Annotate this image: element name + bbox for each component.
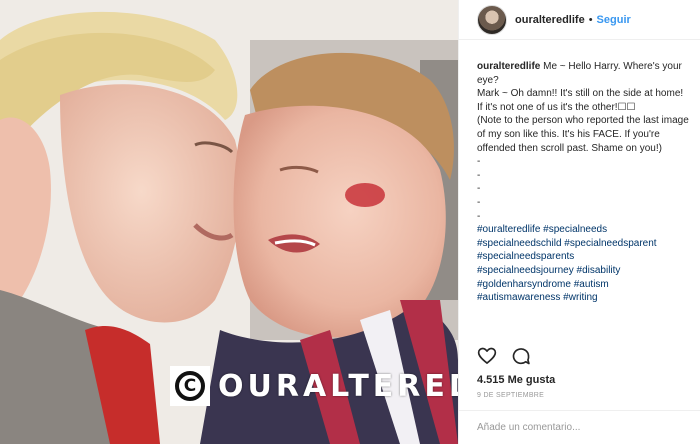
hashtag-link[interactable]: #specialneedsjourney [477,265,574,276]
watermark-text: OURALTEREDLIFE [218,368,458,404]
caption-line: If it's not one of us it's the other!☐☐ [477,101,636,113]
comment-input[interactable] [477,422,677,433]
hashtag-link[interactable]: #specialneedschild [477,238,562,249]
caption-username[interactable]: ouralteredlife [477,61,540,72]
photo-watermark: C OURALTEREDLIFE [170,366,458,406]
post-date[interactable]: 9 DE SEPTIEMBRE [477,392,544,399]
hashtag-link[interactable]: #disability [577,265,621,276]
caption-line: Mark ~ Oh damn!! It's still on the side … [477,88,684,100]
caption-line: - [477,196,481,208]
post-caption: ouralteredlife Me ~ Hello Harry. Where's… [477,60,695,305]
post-side-panel: ouralteredlife • Seguir ouralteredlife M… [458,0,700,444]
hashtag-link[interactable]: #specialneeds [543,224,607,235]
post-actions [477,346,531,366]
header-username[interactable]: ouralteredlife [515,14,585,26]
caption-line: - [477,183,481,195]
comment-icon[interactable] [511,346,531,366]
follow-button[interactable]: Seguir [597,14,631,26]
post-header: ouralteredlife • Seguir [459,0,700,40]
header-separator: • [588,13,593,26]
post-photo[interactable]: C OURALTEREDLIFE [0,0,458,444]
hashtag-link[interactable]: #ouralteredlife [477,224,540,235]
avatar[interactable] [477,4,507,35]
hashtag-link[interactable]: #specialneedsparents [477,251,574,262]
hashtag-link[interactable]: #autism [574,279,609,290]
caption-line: - [477,156,481,168]
caption-line: - [477,169,481,181]
caption-line: - [477,210,481,222]
comment-area [459,410,700,444]
hashtag-link[interactable]: #goldenharsyndrome [477,279,571,290]
heart-icon[interactable] [477,346,497,366]
hashtag-link[interactable]: #writing [563,292,597,303]
hashtag-link[interactable]: #autismawareness [477,292,560,303]
likes-count[interactable]: 4.515 Me gusta [477,374,555,386]
caption-line: (Note to the person who reported the las… [477,115,692,154]
copyright-logo-icon: C [170,366,210,406]
hashtag-link[interactable]: #specialneedsparent [564,238,656,249]
